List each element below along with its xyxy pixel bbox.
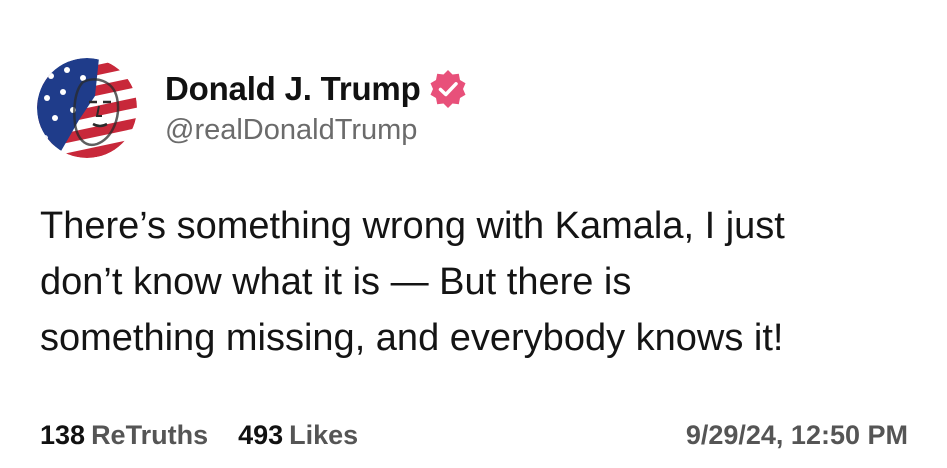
post-text-line: There’s something wrong with Kamala, I j…	[40, 205, 785, 247]
name-row: Donald J. Trump	[165, 69, 467, 108]
post-text-line: don’t know what it is — But there is	[40, 261, 632, 303]
verified-badge-icon	[429, 69, 467, 108]
post-header: Donald J. Trump @realDonaldTrump	[37, 58, 467, 158]
display-name[interactable]: Donald J. Trump	[165, 70, 421, 108]
retruths-label: ReTruths	[91, 420, 209, 450]
avatar[interactable]	[37, 58, 137, 158]
avatar-portrait-icon	[37, 58, 137, 158]
post-text: There’s something wrong with Kamala, I j…	[40, 198, 920, 366]
post-footer: 138 ReTruths 493 Likes 9/29/24, 12:50 PM	[40, 420, 908, 451]
retruths-count: 138	[40, 420, 86, 450]
post-card: Donald J. Trump @realDonaldTrump There’s…	[0, 0, 947, 468]
handle[interactable]: @realDonaldTrump	[165, 114, 467, 147]
likes-stat[interactable]: 493 Likes	[238, 420, 358, 451]
likes-count: 493	[238, 420, 284, 450]
retruths-stat[interactable]: 138 ReTruths	[40, 420, 208, 451]
likes-label: Likes	[289, 420, 359, 450]
post-text-line: something missing, and everybody knows i…	[40, 317, 784, 359]
post-timestamp[interactable]: 9/29/24, 12:50 PM	[686, 420, 908, 451]
author-info: Donald J. Trump @realDonaldTrump	[165, 69, 467, 147]
